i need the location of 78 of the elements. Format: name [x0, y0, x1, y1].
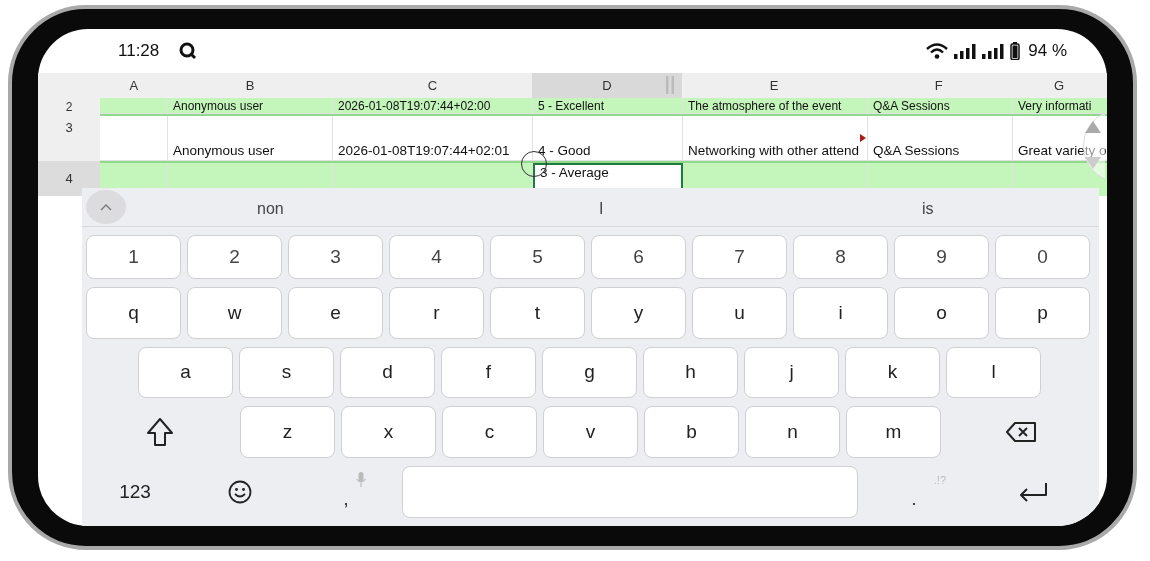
keyboard-key[interactable]: 3	[288, 234, 383, 279]
keyboard-key[interactable]: 5	[490, 234, 585, 279]
battery-percent: 94 %	[1028, 41, 1067, 61]
keyboard-key[interactable]: r	[389, 286, 484, 339]
column-header[interactable]: B	[167, 73, 333, 98]
comma-key[interactable]: ,	[343, 488, 349, 510]
table-cell-text: Anonymous user	[172, 98, 264, 113]
numbers-key[interactable]: 123	[86, 466, 184, 519]
emoji-icon[interactable]	[228, 480, 252, 505]
keyboard-key[interactable]: y	[591, 286, 686, 339]
row-header[interactable]: 3	[38, 116, 100, 161]
table-cell-text: Anonymous user	[172, 143, 275, 158]
keyboard-key[interactable]: m	[846, 406, 941, 459]
table-cell-text: Great variety o	[1017, 143, 1107, 158]
column-header[interactable]: D	[532, 73, 682, 98]
table-cell-text: 3 - Average	[539, 165, 609, 180]
table-cell-text: Q&A Sessions	[872, 143, 960, 158]
keyboard-key[interactable]: 8	[793, 234, 888, 279]
column-header[interactable]: F	[866, 73, 1012, 98]
table-cell-text: Very informati	[1017, 98, 1092, 113]
keyboard-key[interactable]: d	[340, 346, 435, 399]
keyboard-key[interactable]: w	[187, 286, 282, 339]
keyboard-key[interactable]: v	[543, 406, 638, 459]
keyboard-key[interactable]: l	[946, 346, 1041, 399]
keyboard-key[interactable]: g	[542, 346, 637, 399]
keyboard-key[interactable]: t	[490, 286, 585, 339]
keyboard-key[interactable]: u	[692, 286, 787, 339]
shift-icon[interactable]	[146, 417, 174, 448]
word-suggestion[interactable]: is	[922, 200, 934, 218]
table-cell-text: 2026-01-08T19:07:44+02:01	[337, 143, 510, 158]
microphone-icon	[356, 472, 366, 489]
signal-icon	[954, 43, 977, 59]
search-icon	[179, 42, 198, 60]
period-key[interactable]: .	[911, 488, 917, 510]
keyboard-key[interactable]: e	[288, 286, 383, 339]
keyboard-key[interactable]: i	[793, 286, 888, 339]
keyboard-key[interactable]: n	[745, 406, 840, 459]
wifi-icon	[926, 43, 949, 59]
table-cell-text: 5 - Excellent	[537, 98, 605, 113]
keyboard-key[interactable]: x	[341, 406, 436, 459]
keyboard-key[interactable]: a	[138, 346, 233, 399]
keyboard-key[interactable]: 9	[894, 234, 989, 279]
keyboard-key[interactable]: p	[995, 286, 1090, 339]
keyboard-key[interactable]: b	[644, 406, 739, 459]
keyboard-key[interactable]: j	[744, 346, 839, 399]
row-header[interactable]: 4	[38, 161, 100, 196]
keyboard-key[interactable]: 4	[389, 234, 484, 279]
keyboard-key[interactable]: h	[643, 346, 738, 399]
battery-icon	[1010, 42, 1021, 60]
keyboard-key[interactable]: f	[441, 346, 536, 399]
table-cell-text: Networking with other attend	[687, 143, 860, 158]
keyboard-key[interactable]: c	[442, 406, 537, 459]
key-hint: .!?	[933, 474, 946, 487]
table-cell-text: Q&A Sessions	[872, 98, 950, 113]
keyboard-key[interactable]: o	[894, 286, 989, 339]
keyboard-key[interactable]: s	[239, 346, 334, 399]
table-cell-text: The atmosphere of the event	[687, 98, 842, 113]
table-cell-text: 4 - Good	[537, 143, 591, 158]
column-header[interactable]: A	[100, 73, 168, 98]
table-cell-text: 2026-01-08T19:07:44+02:00	[337, 98, 491, 113]
keyboard-key[interactable]: q	[86, 286, 181, 339]
keyboard-key[interactable]: 1	[86, 234, 181, 279]
chevron-icon	[100, 202, 112, 211]
column-header[interactable]: E	[681, 73, 867, 98]
column-header[interactable]: G	[1011, 73, 1107, 98]
keyboard-key[interactable]: k	[845, 346, 940, 399]
column-header[interactable]: C	[332, 73, 533, 98]
keyboard-key[interactable]: 0	[995, 234, 1090, 279]
signal-icon	[982, 43, 1005, 59]
backspace-icon[interactable]	[1005, 421, 1037, 444]
keyboard-key[interactable]: 2	[187, 234, 282, 279]
keyboard-key[interactable]: z	[240, 406, 335, 459]
keyboard-key[interactable]: 7	[692, 234, 787, 279]
row-header[interactable]: 2	[38, 98, 100, 116]
keyboard-key[interactable]: 6	[591, 234, 686, 279]
resize-grip-icon[interactable]	[665, 76, 674, 94]
clock-time: 11:28	[118, 41, 160, 61]
word-suggestion[interactable]: non	[257, 200, 284, 218]
